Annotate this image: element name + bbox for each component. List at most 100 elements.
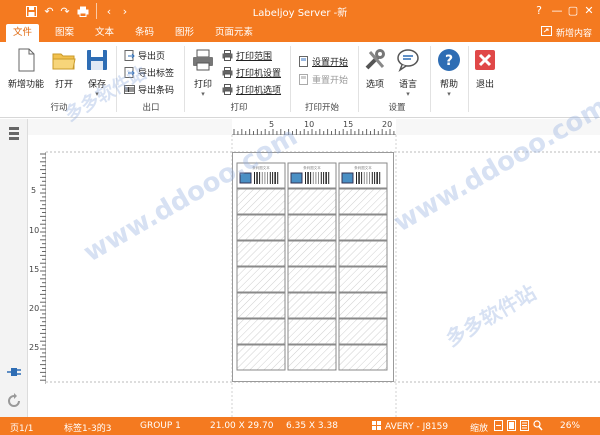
share-button[interactable]: 新增内容 [540, 26, 592, 39]
printer-options-button[interactable]: 打印机选项 [222, 83, 281, 96]
label-cell [338, 292, 388, 319]
label-cell [287, 266, 337, 293]
export-page-icon [124, 50, 135, 61]
vruler-label: 20 [29, 304, 40, 313]
label-image [239, 172, 252, 184]
group-name: GROUP 1 [140, 421, 181, 431]
group-settings: 设置 [388, 103, 406, 113]
label-cell [338, 188, 388, 215]
zoom-fit-page-icon[interactable] [507, 420, 516, 434]
label-cell [236, 344, 286, 371]
reset-start-button[interactable]: 重置开始 [298, 73, 348, 86]
exit-label: 退出 [475, 80, 494, 90]
exit-icon [472, 47, 498, 73]
help-titlebar-icon[interactable]: ? [530, 2, 548, 20]
printer-setup-icon [222, 67, 233, 78]
tools-icon [362, 47, 388, 73]
label-cell [236, 266, 286, 293]
close-icon[interactable]: ✕ [580, 2, 598, 20]
tab-shape[interactable]: 图形 [168, 24, 201, 42]
save-button[interactable]: 保存 ▾ [84, 47, 110, 98]
layers-icon[interactable] [6, 125, 22, 144]
group-print: 打印 [230, 103, 248, 113]
new-label: 新增功能 [7, 80, 44, 90]
reset-start-icon [298, 74, 309, 85]
help-label: 帮助 [439, 80, 458, 90]
exit-button[interactable]: 退出 [472, 47, 498, 90]
set-start-icon [298, 56, 309, 67]
vertical-ruler: 5 10 15 20 25 [28, 152, 46, 384]
plug-icon[interactable] [6, 365, 22, 382]
help-button[interactable]: ? 帮助 ▾ [436, 47, 462, 98]
help-icon: ? [436, 47, 462, 73]
language-icon [395, 47, 421, 73]
export-labels-icon [124, 67, 135, 78]
print-label: 打印 [193, 80, 212, 90]
printer-setup-button[interactable]: 打印机设置 [222, 66, 281, 79]
save-label: 保存 [87, 80, 106, 90]
label-cell [287, 214, 337, 241]
title-bar: ↶ ↷ ‹ › Labeljoy Server -新 ? — ▢ ✕ [0, 0, 600, 22]
print-button[interactable]: 打印 ▾ [190, 47, 216, 98]
floppy-icon [84, 47, 110, 73]
options-label: 选项 [365, 80, 384, 90]
label-image [341, 172, 354, 184]
hruler-label: 15 [343, 120, 354, 129]
tab-file[interactable]: 文件 [6, 24, 40, 42]
page-size: 21.00 X 29.70 [210, 421, 274, 431]
tab-text[interactable]: 文本 [88, 24, 121, 42]
label-page[interactable]: 条码图文本 条码图文本 条码图文本 [232, 152, 394, 382]
export-page-button[interactable]: 导出页 [124, 49, 165, 62]
refresh-icon[interactable] [6, 393, 22, 412]
new-button[interactable]: 新增功能 [6, 47, 46, 90]
language-label: 语言 [398, 80, 417, 90]
template-name[interactable]: AVERY - J8159 [372, 421, 448, 433]
vruler-label: 15 [29, 265, 40, 274]
label-cell [338, 266, 388, 293]
window-title: Labeljoy Server -新 [252, 8, 348, 19]
label-cell [287, 318, 337, 345]
left-tool-strip [0, 119, 28, 417]
label-cell [338, 240, 388, 267]
tab-image[interactable]: 图案 [48, 24, 81, 42]
folder-icon [51, 47, 77, 73]
status-bar: 页1/1 标签1-3的3 GROUP 1 21.00 X 29.70 6.35 … [0, 417, 600, 435]
options-button[interactable]: 选项 [362, 47, 388, 90]
share-label: 新增内容 [555, 29, 592, 39]
label-cell [338, 344, 388, 371]
printer-icon [190, 47, 216, 73]
label-cell [287, 292, 337, 319]
print-range-button[interactable]: 打印范围 [222, 49, 272, 62]
label-cell [338, 214, 388, 241]
tab-page-elements[interactable]: 页面元素 [208, 24, 260, 42]
set-start-button[interactable]: 设置开始 [298, 55, 348, 68]
export-barcodes-button[interactable]: 导出条码 [124, 83, 174, 96]
ribbon: 新增功能 打开 保存 ▾ 行动 导出页 导出标签 导出条码 出口 打印 ▾ 打印… [0, 42, 600, 118]
label-cell [236, 318, 286, 345]
page-count: 页1/1 [10, 424, 34, 434]
label-count: 标签1-3的3 [64, 424, 112, 434]
open-button[interactable]: 打开 [50, 47, 78, 90]
label-cell [236, 240, 286, 267]
zoom-search-icon[interactable] [533, 420, 543, 434]
zoom-label: 缩放 [470, 424, 489, 434]
label-cell [236, 188, 286, 215]
label-size: 6.35 X 3.38 [286, 421, 338, 431]
horizontal-ruler: 5 10 15 20 [232, 119, 396, 135]
printer-options-icon [222, 84, 233, 95]
export-labels-button[interactable]: 导出标签 [124, 66, 174, 79]
vruler-label: 25 [29, 343, 40, 352]
open-label: 打开 [54, 80, 73, 90]
label-image [290, 172, 303, 184]
tab-barcode[interactable]: 条码 [128, 24, 161, 42]
label-cell [236, 292, 286, 319]
zoom-actual-icon[interactable] [520, 420, 529, 434]
label-grid: 条码图文本 条码图文本 条码图文本 [236, 162, 388, 371]
label-cell [287, 188, 337, 215]
language-button[interactable]: 语言 ▾ [394, 47, 422, 98]
hruler-label: 5 [269, 120, 275, 129]
vruler-label: 10 [29, 226, 40, 235]
zoom-fit-width-icon[interactable] [494, 420, 503, 434]
group-action: 行动 [50, 103, 68, 113]
print-range-icon [222, 50, 233, 61]
